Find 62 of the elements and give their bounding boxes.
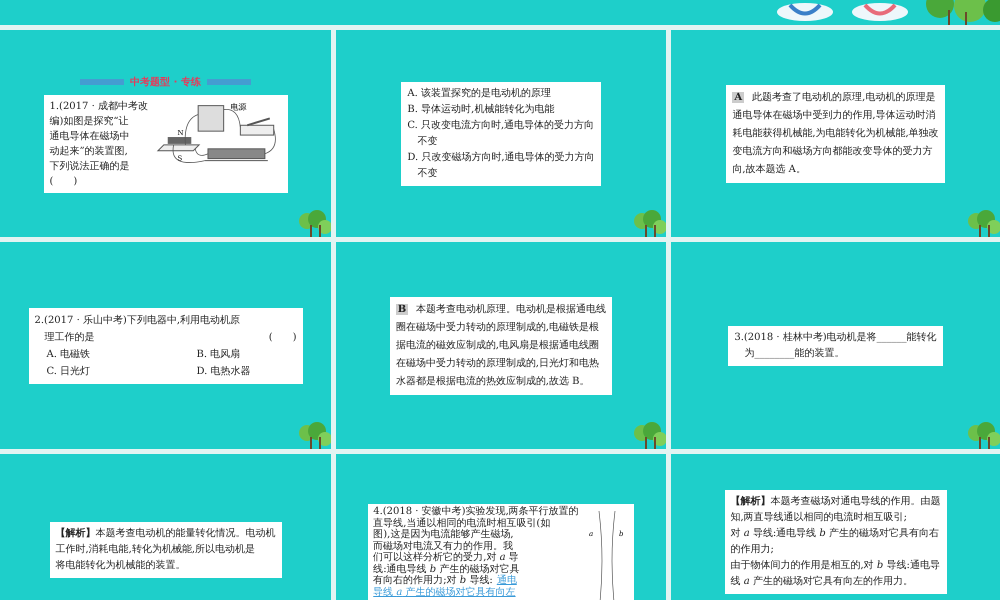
slide-thumbnail[interactable]: A. 该装置探究的是电动机的原理 B. 导体运动时,机械能转化为电能 C. 只改变电流方向时,通电导体的受力方向 不变 D. 只改变磁场方向时,通电导体的受力方向 不变 xyxy=(336,30,666,237)
text-line: ( ) xyxy=(268,330,296,344)
section-heading: 中考题型 · 专练 xyxy=(130,76,201,88)
answer-tag: B xyxy=(396,304,408,315)
answer-tag: A xyxy=(732,92,744,103)
option-text: C. 日光灯 xyxy=(46,364,92,378)
text-line: 圈在磁场中受力转动的原理制成的,电磁铁是根 xyxy=(396,320,600,334)
text-line: 图),这是因为电流能够产生磁场, xyxy=(373,529,514,540)
text-line: 知,两直导线通以相同的电流时相互吸引; xyxy=(730,510,908,525)
text-line: 【解析】本题考查电动机的能量转化情况。电动机 xyxy=(56,526,276,541)
text-line: 动起来”的装置图, xyxy=(50,144,129,158)
text-line: 工作时,消耗电能,转化为机械能,所以电动机是 xyxy=(56,542,256,557)
text-line: 此题考查了电动机的原理,电动机的原理是 xyxy=(752,90,936,104)
text-line: 不变 xyxy=(416,134,438,148)
text-line: 线:通电导线 b 产生的磁场对它具 xyxy=(373,564,520,574)
text-line: 有向右的作用力;对 b 导线: xyxy=(373,575,493,586)
heading-rule-icon xyxy=(80,78,124,86)
figure-label: 电源 xyxy=(230,102,246,112)
answer-text: 导线 a 产生的磁场对它具有向左 xyxy=(373,586,517,598)
text-line: 线 a 产生的磁场对它具有向左的作用力。 xyxy=(730,574,914,589)
slide-thumbnail[interactable]: 2.(2017 · 乐山中考)下列电器中,利用电动机原 理工作的是 ( ) A. 电磁铁 B. 电风扇 C. 日光灯 D. 电热水器 xyxy=(0,242,331,449)
text-line: 据电流的磁效应制成的,电风扇是根据通电线圈 xyxy=(396,338,600,352)
option-text: A. 电磁铁 xyxy=(46,348,92,362)
slide-thumbnail[interactable]: B 本题考查电动机原理。电动机是根据通电线 圈在磁场中受力转动的原理制成的,电磁铁是根 据电流的磁效应制成的,电风扇是根据通电线圈 在磁场中受力转动的原理制成的,日光灯和电热 水器都是根据电流的热效应制成的,故选 B。 xyxy=(336,242,666,449)
text-line: 的作用力; xyxy=(730,542,775,557)
text-line: 在磁场中受力转动的原理制成的,日光灯和电热 xyxy=(396,356,600,370)
text-line: 2.(2017 · 乐山中考)下列电器中,利用电动机原 xyxy=(34,314,242,328)
text-line: 而磁场对电流又有力的作用。我 xyxy=(373,540,514,552)
text-line: 4.(2018 · 安徽中考)实验发现,两条平行放置的 xyxy=(373,506,579,518)
text-line: 下列说法正确的是 xyxy=(50,160,130,174)
text-line: 直导线,当通以相同的电流时相互吸引(如 xyxy=(373,518,552,528)
text-line: A. 该装置探究的是电动机的原理 xyxy=(407,86,552,100)
text-line: 们可以这样分析它的受力,对 a 导 xyxy=(373,552,520,564)
text-line: 由于物体间力的作用是相互的,对 b 导线:通电导 xyxy=(730,558,940,573)
text-line: 本题考查电动机原理。电动机是根据通电线 xyxy=(416,302,606,316)
option-text: B. 电风扇 xyxy=(196,348,242,362)
text-line: 水器都是根据电流的热效应制成的,故选 B。 xyxy=(396,374,590,388)
text-line: 3.(2018 · 桂林中考)电动机是将______能转化 xyxy=(734,330,937,344)
slide-thumbnail[interactable]: 【解析】本题考查磁场对通电导线的作用。由题 知,两直导线通以相同的电流时相互吸引; 对 a 导线:通电导线 b 产生的磁场对它具有向右 的作用力; 由于物体间力的作用是相互的,对 b 导线:通电导 线 a 产生的磁场对它具有向左的作用力。 xyxy=(671,454,1000,600)
text-line: 理工作的是 xyxy=(44,330,94,344)
text-line: 对 a 导线:通电导线 b 产生的磁场对它具有向右 xyxy=(730,526,940,541)
text-line: 为________能的装置。 xyxy=(743,346,846,360)
answer-text: 通电 xyxy=(496,575,517,586)
text-line: 向,故本题选 A。 xyxy=(732,162,807,176)
text-line: D. 只改变磁场方向时,通电导体的受力方向 xyxy=(407,150,595,164)
slide-thumbnail[interactable]: 3.(2018 · 桂林中考)电动机是将______能转化 为________能的装置。 xyxy=(671,242,1000,449)
heading-rule-icon xyxy=(206,78,251,86)
text-line: 1.(2017 · 成都中考改 xyxy=(50,100,148,114)
slide-thumbnail[interactable]: 【解析】本题考查电动机的能量转化情况。电动机 工作时,消耗电能,转化为机械能,所以电动机是 将电能转化为机械能的装置。 xyxy=(0,454,331,600)
option-text: D. 电热水器 xyxy=(196,364,252,378)
text-line: 将电能转化为机械能的装置。 xyxy=(56,558,186,573)
text-line: 不变 xyxy=(416,166,438,180)
text-line: 【解析】本题考查磁场对通电导线的作用。由题 xyxy=(730,494,940,509)
text-line: C. 只改变电流方向时,通电导体的受力方向 xyxy=(407,118,595,132)
text-line: 耗电能获得机械能,为电能转化为机械能,单独改 xyxy=(732,126,939,140)
text-line: ( ) xyxy=(50,174,78,188)
text-line: 通电导体在磁场中 xyxy=(50,130,130,144)
text-line: 编)如图是探究“让 xyxy=(50,114,130,128)
slide-thumbnail[interactable]: A 此题考查了电动机的原理,电动机的原理是 通电导体在磁场中受到力的作用,导体运动时消 耗电能获得机械能,为电能转化为机械能,单独改 变电流方向和磁场方向都能改变导体的受力方 向,故本题选 A。 xyxy=(671,30,1000,237)
text-line: B. 导体运动时,机械能转化为电能 xyxy=(407,102,556,116)
text-line: 通电导体在磁场中受到力的作用,导体运动时消 xyxy=(732,108,936,122)
text-line: 变电流方向和磁场方向都能改变导体的受力方 xyxy=(732,144,934,158)
